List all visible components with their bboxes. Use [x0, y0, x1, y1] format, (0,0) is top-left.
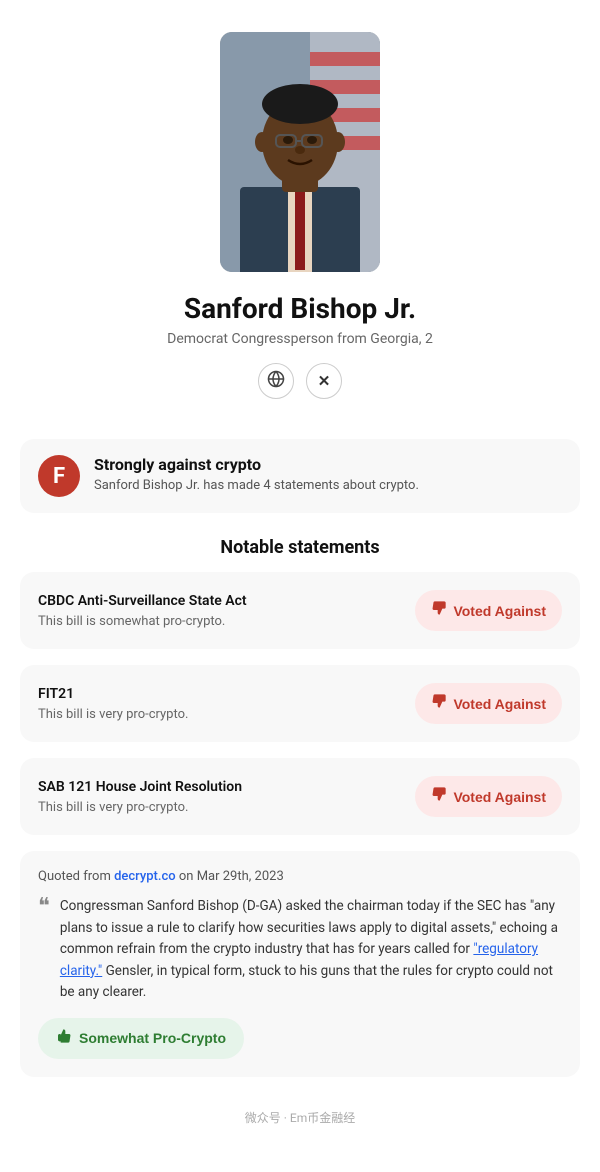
bill-title-1: CBDC Anti-Surveillance State Act: [38, 593, 247, 609]
somewhat-pro-label: Somewhat Pro-Crypto: [79, 1030, 226, 1046]
thumbs-up-icon: [56, 1028, 72, 1049]
somewhat-pro-crypto-button[interactable]: Somewhat Pro-Crypto: [38, 1018, 244, 1059]
grade-card: F Strongly against crypto Sanford Bishop…: [20, 439, 580, 513]
bill-title-2: FIT21: [38, 686, 188, 702]
profile-social-links: ✕: [258, 363, 342, 399]
quote-text: Congressman Sanford Bishop (D-GA) asked …: [60, 896, 562, 1004]
quote-card: Quoted from decrypt.co on Mar 29th, 2023…: [20, 851, 580, 1077]
grade-title: Strongly against crypto: [94, 455, 419, 474]
watermark: 微众号 · Em币金融经: [0, 1093, 600, 1134]
website-link[interactable]: [258, 363, 294, 399]
profile-name: Sanford Bishop Jr.: [184, 292, 416, 325]
bill-desc-3: This bill is very pro-crypto.: [38, 800, 242, 815]
profile-section: Sanford Bishop Jr. Democrat Congresspers…: [0, 0, 600, 423]
quote-source: Quoted from decrypt.co on Mar 29th, 2023: [38, 869, 562, 884]
quote-source-link[interactable]: decrypt.co: [114, 869, 176, 884]
vote-card-1: CBDC Anti-Surveillance State Act This bi…: [20, 572, 580, 649]
quote-source-date: on Mar 29th, 2023: [179, 869, 284, 884]
profile-subtitle: Democrat Congressperson from Georgia, 2: [167, 331, 433, 347]
voted-against-button-3[interactable]: Voted Against: [415, 776, 562, 817]
quote-mark-icon: ❝: [38, 894, 50, 1004]
profile-photo: [220, 32, 380, 272]
voted-against-button-2[interactable]: Voted Against: [415, 683, 562, 724]
bill-title-3: SAB 121 House Joint Resolution: [38, 779, 242, 795]
notable-statements-title: Notable statements: [0, 537, 600, 558]
grade-info: Strongly against crypto Sanford Bishop J…: [94, 455, 419, 493]
grade-description: Sanford Bishop Jr. has made 4 statements…: [94, 478, 419, 493]
vote-card-2-left: FIT21 This bill is very pro-crypto.: [38, 686, 188, 722]
bill-desc-1: This bill is somewhat pro-crypto.: [38, 614, 247, 629]
thumbs-down-icon-1: [431, 600, 447, 621]
vote-card-3-left: SAB 121 House Joint Resolution This bill…: [38, 779, 242, 815]
vote-card-2: FIT21 This bill is very pro-crypto. Vote…: [20, 665, 580, 742]
thumbs-down-icon-2: [431, 693, 447, 714]
voted-against-button-1[interactable]: Voted Against: [415, 590, 562, 631]
quote-body: ❝ Congressman Sanford Bishop (D-GA) aske…: [38, 896, 562, 1004]
voted-against-label-1: Voted Against: [453, 603, 546, 619]
twitter-x-icon: ✕: [318, 372, 331, 390]
regulatory-clarity-link[interactable]: "regulatory clarity.": [60, 941, 538, 979]
twitter-link[interactable]: ✕: [306, 363, 342, 399]
vote-card-3: SAB 121 House Joint Resolution This bill…: [20, 758, 580, 835]
quote-source-prefix: Quoted from: [38, 869, 111, 884]
voted-against-label-2: Voted Against: [453, 696, 546, 712]
voted-against-label-3: Voted Against: [453, 789, 546, 805]
globe-icon: [267, 370, 285, 392]
vote-card-1-left: CBDC Anti-Surveillance State Act This bi…: [38, 593, 247, 629]
grade-badge: F: [38, 455, 80, 497]
thumbs-down-icon-3: [431, 786, 447, 807]
bill-desc-2: This bill is very pro-crypto.: [38, 707, 188, 722]
